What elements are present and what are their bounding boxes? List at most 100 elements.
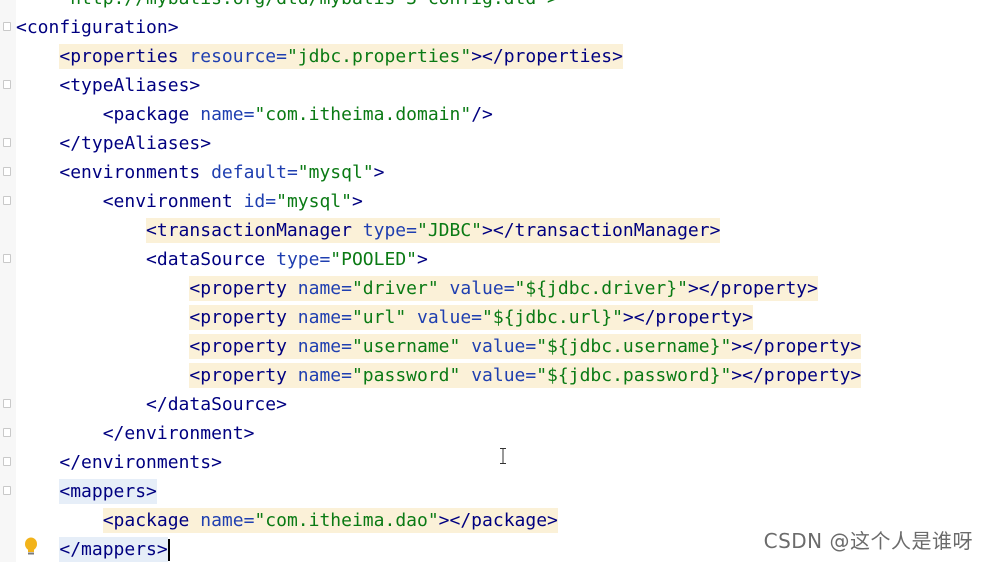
tag-close: > [351, 191, 363, 212]
attribute-name: id= [243, 191, 277, 212]
tag-name: <package [102, 510, 190, 531]
tag-name: <environments [59, 162, 201, 183]
code-line[interactable]: <property name="password" value="${jdbc.… [16, 361, 987, 390]
code-line[interactable]: <mappers> [16, 477, 987, 506]
xml-tag: </typeAliases> [59, 133, 212, 154]
attribute-value: "username" [351, 336, 461, 357]
attribute-name: name= [200, 510, 255, 531]
code-line[interactable]: </environment> [16, 419, 987, 448]
code-line[interactable]: <property name="username" value="${jdbc.… [16, 332, 987, 361]
attribute-value: "${jdbc.driver}" [514, 278, 688, 299]
code-line[interactable]: "http://mybatis.org/dtd/mybatis-3-config… [16, 0, 987, 13]
lightbulb-icon[interactable] [22, 536, 40, 558]
tag-highlight: <property name="password" value="${jdbc.… [189, 363, 862, 388]
attribute-value: "com.itheima.dao" [254, 510, 439, 531]
attribute-name: value= [417, 307, 483, 328]
text-cursor-icon [500, 448, 506, 464]
tag-highlight: <property name="driver" value="${jdbc.dr… [189, 276, 818, 301]
tag-close: ></properties> [471, 46, 623, 67]
attribute-name: default= [211, 162, 298, 183]
tag-name: <property [189, 307, 287, 328]
code-line[interactable]: </typeAliases> [16, 129, 987, 158]
tag-name: <environment [102, 191, 233, 212]
tag-name: <transactionManager [146, 220, 352, 241]
code-line[interactable]: </dataSource> [16, 390, 987, 419]
attribute-value: "mysql" [276, 191, 352, 212]
attribute-name: value= [471, 365, 537, 386]
fold-marker-icon[interactable] [3, 196, 11, 205]
tag-name: <package [102, 104, 190, 125]
xml-tag: <typeAliases> [59, 75, 201, 96]
tag-name: <properties [59, 46, 179, 67]
tag-close: /> [471, 104, 493, 125]
tag-name: <dataSource [146, 249, 266, 270]
fold-marker-icon[interactable] [3, 486, 11, 495]
fold-marker-icon[interactable] [3, 254, 11, 263]
code-line[interactable]: <package name="com.itheima.domain"/> [16, 100, 987, 129]
code-editor[interactable]: "http://mybatis.org/dtd/mybatis-3-config… [16, 0, 987, 564]
code-line[interactable]: <property name="driver" value="${jdbc.dr… [16, 274, 987, 303]
attribute-value: "${jdbc.username}" [536, 336, 732, 357]
tag-close: ></package> [438, 510, 558, 531]
attribute-value: "mysql" [297, 162, 374, 183]
attribute-value: "jdbc.properties" [286, 46, 472, 67]
tag-close: ></property> [731, 336, 862, 357]
attribute-name: name= [297, 365, 352, 386]
tag-highlight: <properties resource="jdbc.properties"><… [59, 44, 623, 69]
tag-highlight: </mappers> [59, 537, 168, 562]
fold-marker-icon[interactable] [3, 399, 11, 408]
fold-marker-icon[interactable] [3, 167, 11, 176]
attribute-value: "JDBC" [416, 220, 483, 241]
attribute-value: "${jdbc.url}" [482, 307, 623, 328]
fold-marker-icon[interactable] [3, 457, 11, 466]
attribute-name: value= [449, 278, 515, 299]
tag-name: <property [189, 336, 287, 357]
attribute-value: "POOLED" [330, 249, 417, 270]
code-line[interactable]: <property name="url" value="${jdbc.url}"… [16, 303, 987, 332]
code-line[interactable]: <properties resource="jdbc.properties"><… [16, 42, 987, 71]
fold-marker-icon[interactable] [3, 138, 11, 147]
fold-marker-icon[interactable] [3, 22, 11, 31]
attribute-value: "url" [351, 307, 407, 328]
tag-close: ></transactionManager> [482, 220, 721, 241]
code-line[interactable]: <transactionManager type="JDBC"></transa… [16, 216, 987, 245]
code-line[interactable]: <configuration> [16, 13, 987, 42]
code-line[interactable]: <environments default="mysql"> [16, 158, 987, 187]
attribute-name: type= [276, 249, 331, 270]
fold-marker-icon[interactable] [3, 428, 11, 437]
tag-name: <property [189, 365, 287, 386]
fold-marker-icon[interactable] [3, 80, 11, 89]
code-line[interactable]: <dataSource type="POOLED"> [16, 245, 987, 274]
tag-highlight: <transactionManager type="JDBC"></transa… [146, 218, 721, 243]
tag-highlight: <mappers> [59, 479, 157, 504]
xml-tag: <mappers> [59, 481, 157, 502]
code-line[interactable]: <environment id="mysql"> [16, 187, 987, 216]
tag-close: > [373, 162, 385, 183]
attribute-value: "password" [351, 365, 461, 386]
tag-close: ></property> [731, 365, 862, 386]
code-line[interactable]: <typeAliases> [16, 71, 987, 100]
